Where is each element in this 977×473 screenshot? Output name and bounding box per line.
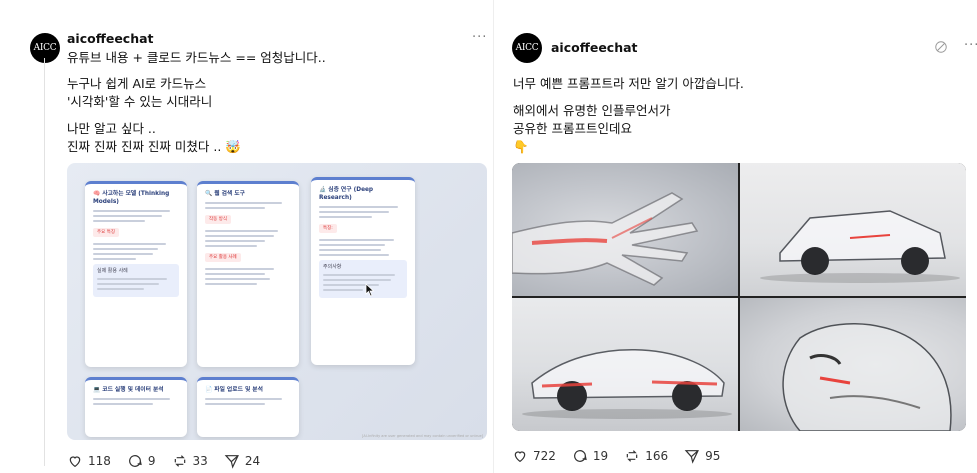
reply-count: 19 bbox=[592, 449, 609, 463]
card-news-image[interactable]: 🧠 사고하는 모델 (Thinking Models) 주요 특징 실제 활용 … bbox=[67, 163, 487, 440]
more-options-button[interactable]: ··· bbox=[472, 30, 487, 45]
cursor-icon bbox=[365, 283, 375, 297]
image-grid[interactable] bbox=[512, 163, 966, 431]
like-count: 118 bbox=[88, 454, 111, 468]
post-text-line: 유튜브 내용 + 클로드 카드뉴스 == 엄청납니다.. bbox=[67, 50, 326, 65]
send-icon bbox=[684, 450, 700, 464]
image-footer: [AI-Infinity are user generated and may … bbox=[362, 434, 483, 438]
comment-icon bbox=[573, 450, 587, 462]
post-text-line: 👇 bbox=[513, 139, 529, 154]
avatar[interactable]: AICC bbox=[512, 33, 542, 63]
card-box: 실제 활용 사례 bbox=[93, 264, 179, 297]
reply-button[interactable]: 19 bbox=[572, 448, 608, 464]
transparent-car-image bbox=[522, 349, 732, 419]
post-text-line: 나만 알고 싶다 .. bbox=[67, 121, 156, 136]
post-text-line: 누구나 쉽게 AI로 카드뉴스 bbox=[67, 76, 207, 91]
post-text-line: 너무 예쁜 프롬프트라 저만 알기 아깝습니다. bbox=[513, 76, 744, 91]
image-tile-car[interactable] bbox=[512, 298, 738, 431]
repost-icon bbox=[626, 450, 638, 462]
post-text-line: 해외에서 유명한 인플루언서가 bbox=[513, 103, 671, 118]
card-box: 주의사항 bbox=[319, 260, 407, 298]
share-button[interactable]: 95 bbox=[684, 448, 720, 464]
action-bar: 722 19 166 95 bbox=[512, 448, 736, 464]
card-title: 🧠 사고하는 모델 (Thinking Models) bbox=[93, 191, 170, 205]
repost-button[interactable]: 33 bbox=[172, 453, 208, 469]
image-tile-panther[interactable] bbox=[740, 298, 966, 431]
reply-button[interactable]: 9 bbox=[127, 453, 156, 469]
like-count: 722 bbox=[533, 449, 556, 463]
repost-count: 33 bbox=[192, 454, 208, 468]
repost-count: 166 bbox=[645, 449, 669, 463]
action-bar: 118 9 33 24 bbox=[67, 453, 276, 469]
repost-icon bbox=[174, 455, 185, 467]
card-title: 🔍 웹 검색 도구 bbox=[205, 191, 245, 197]
card-title: 💻 코드 실행 및 데이터 분석 bbox=[93, 387, 164, 393]
card-title: 🔬 심층 연구 (Deep Research) bbox=[319, 187, 374, 201]
share-count: 24 bbox=[244, 454, 261, 468]
like-button[interactable]: 722 bbox=[512, 448, 556, 464]
thread-line bbox=[44, 58, 45, 466]
post-text-line: '시각화'할 수 있는 시대라니 bbox=[67, 94, 213, 109]
card: 🧠 사고하는 모델 (Thinking Models) 주요 특징 실제 활용 … bbox=[85, 181, 187, 367]
card: 💻 코드 실행 및 데이터 분석 bbox=[85, 377, 187, 437]
image-tile-hand[interactable] bbox=[512, 163, 738, 296]
avatar[interactable]: AICC bbox=[30, 33, 60, 63]
username[interactable]: aicoffeechat bbox=[551, 40, 638, 55]
card-title: 📄 파일 업로드 및 분석 bbox=[205, 387, 263, 393]
heart-icon bbox=[514, 451, 526, 463]
card-tag: 주요 특징 bbox=[93, 228, 119, 237]
hide-icon[interactable] bbox=[934, 40, 948, 54]
post-text-line: 공유한 프롬프트인데요 bbox=[513, 121, 632, 136]
card-tag: 주요 활용 사례 bbox=[205, 253, 241, 262]
comment-icon bbox=[128, 455, 142, 467]
reply-count: 9 bbox=[147, 454, 156, 468]
post-left: AICC aicoffeechat ··· 유튜브 내용 + 클로드 카드뉴스 … bbox=[0, 0, 493, 473]
card-tag: 작동 방식 bbox=[205, 215, 231, 224]
heart-icon bbox=[69, 456, 81, 468]
share-count: 95 bbox=[705, 449, 721, 463]
card-tag: 특징: bbox=[319, 224, 337, 233]
card: 🔬 심층 연구 (Deep Research) 특징: 주의사항 bbox=[311, 177, 415, 365]
share-button[interactable]: 24 bbox=[224, 453, 260, 469]
username[interactable]: aicoffeechat bbox=[67, 31, 154, 46]
transparent-truck-image bbox=[760, 210, 960, 283]
send-icon bbox=[224, 455, 239, 469]
transparent-panther-image bbox=[782, 323, 952, 431]
like-button[interactable]: 118 bbox=[67, 453, 111, 469]
card-box-title: 주의사항 bbox=[323, 264, 342, 270]
post-text-line: 진짜 진짜 진짜 진짜 미쳤다 .. 🤯 bbox=[67, 139, 241, 154]
image-tile-truck[interactable] bbox=[740, 163, 966, 296]
transparent-hand-image bbox=[512, 192, 699, 286]
card: 📄 파일 업로드 및 분석 bbox=[197, 377, 299, 437]
more-options-button[interactable]: ··· bbox=[964, 38, 977, 53]
card-box-title: 실제 활용 사례 bbox=[97, 268, 128, 274]
repost-button[interactable]: 166 bbox=[624, 448, 668, 464]
card: 🔍 웹 검색 도구 작동 방식 주요 활용 사례 bbox=[197, 181, 299, 367]
